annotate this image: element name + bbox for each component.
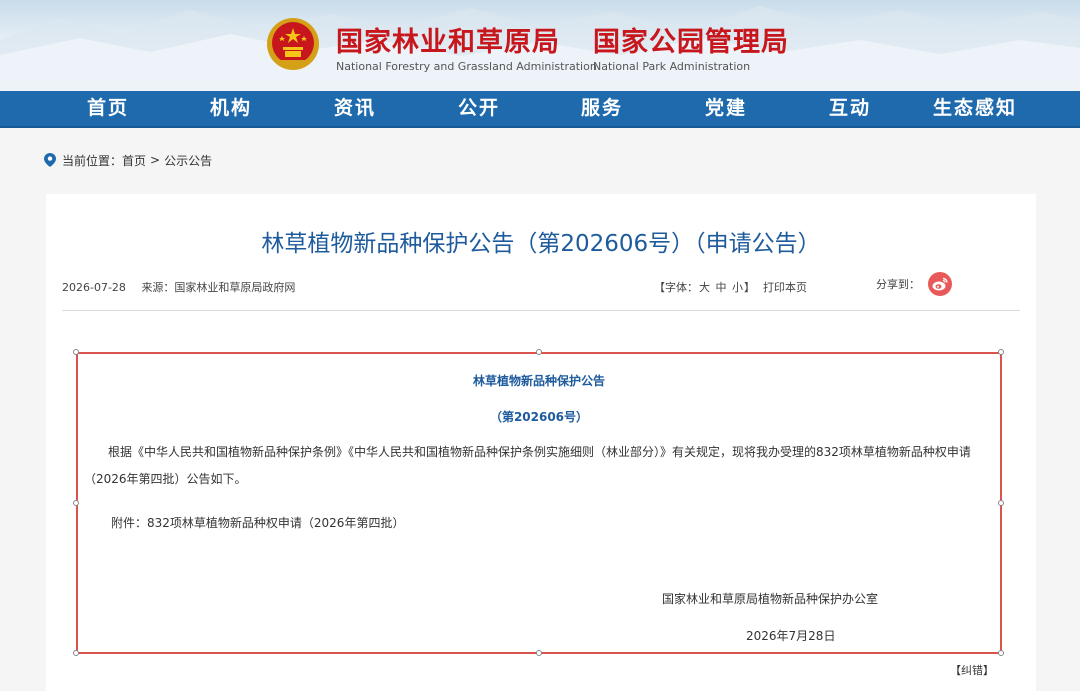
font-large-link[interactable]: 大 [699,281,710,294]
print-link[interactable]: 打印本页 [763,281,807,294]
notice-attachment[interactable]: 附件：832项林草植物新品种权申请（2026年第四批） [111,514,404,531]
weibo-share-button[interactable] [928,272,952,296]
article-source: 来源：国家林业和草原局政府网 [141,281,296,294]
nav-item-services[interactable]: 服务 [552,91,652,126]
article-meta: 2026-07-28 来源：国家林业和草原局政府网 [62,279,295,295]
correction-link[interactable]: 【纠错】 [950,662,994,678]
resize-handle[interactable] [536,349,542,355]
font-small-link[interactable]: 小 [732,281,743,294]
notice-content-box: 林草植物新品种保护公告 （第202606号） 根据《中华人民共和国植物新品种保护… [76,352,1002,654]
nav-item-ecology[interactable]: 生态感知 [923,91,1027,126]
nav-item-news[interactable]: 资讯 [305,91,405,126]
nav-item-public[interactable]: 公开 [429,91,529,126]
meta-divider [62,310,1020,311]
notice-body: 根据《中华人民共和国植物新品种保护条例》《中华人民共和国植物新品种保护条例实施细… [84,445,971,486]
notice-sign-date: 2026年7月28日 [746,629,836,643]
article-title: 林草植物新品种保护公告（第202606号）（申请公告） [261,231,821,257]
resize-handle[interactable] [536,650,542,656]
resize-handle[interactable] [998,349,1004,355]
breadcrumb-label: 当前位置： [62,153,123,168]
org1-chinese-name: 国家林业和草原局 [336,27,560,58]
notice-heading: 林草植物新品种保护公告 [472,374,605,388]
breadcrumb: 当前位置： 首页 > 公示公告 [44,151,212,169]
breadcrumb-home-link[interactable]: 首页 [122,152,146,169]
font-label: 【字体： [654,281,698,294]
nav-item-home[interactable]: 首页 [58,91,158,126]
site-header: 国家林业和草原局 National Forestry and Grassland… [0,0,1080,91]
nav-item-interaction[interactable]: 互动 [800,91,900,126]
share-area: 分享到： [876,272,952,296]
org2-chinese-name: 国家公园管理局 [593,27,789,58]
national-emblem-icon [267,18,319,70]
location-pin-icon [44,153,56,167]
notice-number: （第202606号） [489,410,589,424]
article-date: 2026-07-28 [62,281,126,294]
org1-english-name: National Forestry and Grassland Administ… [336,60,597,73]
resize-handle[interactable] [73,500,79,506]
font-medium-link[interactable]: 中 [716,281,727,294]
nav-item-party[interactable]: 党建 [676,91,776,126]
resize-handle[interactable] [998,500,1004,506]
font-label-close: 】 [744,281,755,294]
org2-english-name: National Park Administration [593,60,751,73]
weibo-icon [932,277,948,291]
font-size-controls: 【字体：大 中 小】 打印本页 [654,279,808,295]
breadcrumb-separator: > [150,153,161,167]
notice-signature: 国家林业和草原局植物新品种保护办公室 [662,592,879,606]
share-label: 分享到： [876,278,920,291]
resize-handle[interactable] [73,650,79,656]
resize-handle[interactable] [998,650,1004,656]
main-nav: 首页 机构 资讯 公开 服务 党建 互动 生态感知 [0,91,1080,128]
breadcrumb-current-link[interactable]: 公示公告 [164,152,212,169]
resize-handle[interactable] [73,349,79,355]
nav-item-organization[interactable]: 机构 [181,91,281,126]
